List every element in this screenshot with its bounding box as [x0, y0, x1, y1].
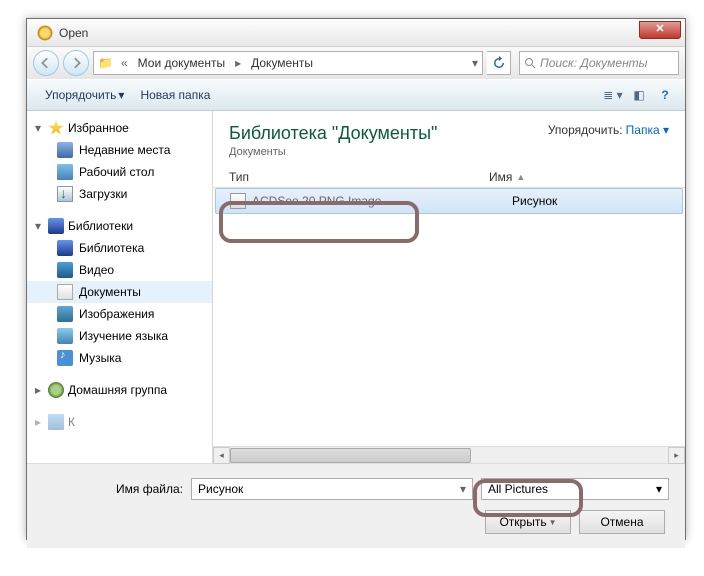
star-icon [48, 120, 64, 136]
scrollbar-thumb[interactable] [230, 448, 471, 463]
chevron-down-icon[interactable]: ▾ [460, 482, 466, 496]
expand-icon: ▸ [35, 383, 44, 397]
help-button[interactable]: ? [655, 85, 675, 105]
file-name: Рисунок [512, 194, 668, 208]
scroll-left-icon[interactable]: ◂ [213, 447, 230, 464]
back-button[interactable] [33, 50, 59, 76]
navigation-bar: 📁 « Мои документы ▸ Документы ▾ Поиск: Д… [27, 47, 685, 79]
tree-homegroup[interactable]: ▸Домашняя группа [27, 379, 212, 401]
tree-library[interactable]: Библиотека [27, 237, 212, 259]
column-name[interactable]: Имя▲ [489, 170, 669, 184]
sort-control[interactable]: Упорядочить: Папка ▾ [548, 123, 669, 137]
view-options-button[interactable]: ≣ ▾ [603, 85, 623, 105]
organize-menu[interactable]: Упорядочить ▾ [37, 84, 132, 106]
breadcrumb-seg-2[interactable]: Документы [245, 52, 319, 74]
file-list-pane: Библиотека "Документы" Документы Упорядо… [213, 111, 685, 463]
navigation-pane[interactable]: ▾Избранное Недавние места Рабочий стол З… [27, 111, 213, 463]
app-icon [37, 25, 53, 41]
collapse-icon: ▾ [35, 121, 44, 135]
music-icon [57, 350, 73, 366]
scroll-right-icon[interactable]: ▸ [668, 447, 685, 464]
tree-music[interactable]: Музыка [27, 347, 212, 369]
library-subtitle: Документы [229, 146, 437, 158]
filename-input[interactable]: Рисунок ▾ [191, 478, 473, 500]
collapse-icon: ▾ [35, 219, 44, 233]
tree-desktop[interactable]: Рабочий стол [27, 161, 212, 183]
folder-icon [57, 328, 73, 344]
titlebar[interactable]: Open ✕ [27, 19, 685, 47]
tree-favorites[interactable]: ▾Избранное [27, 117, 212, 139]
tree-downloads[interactable]: Загрузки [27, 183, 212, 205]
document-icon [57, 284, 73, 300]
dialog-body: ▾Избранное Недавние места Рабочий стол З… [27, 111, 685, 463]
dialog-footer: Имя файла: Рисунок ▾ All Pictures ▾ Откр… [27, 463, 685, 548]
chevron-down-icon[interactable]: ▾ [656, 482, 662, 496]
preview-pane-button[interactable]: ◧ [629, 85, 649, 105]
video-icon [57, 262, 73, 278]
breadcrumb-seg-1[interactable]: Мои документы [132, 52, 231, 74]
refresh-button[interactable] [487, 51, 511, 75]
open-dialog: Open ✕ 📁 « Мои документы ▸ Документы ▾ П… [26, 18, 686, 540]
downloads-icon [57, 186, 73, 202]
tree-video[interactable]: Видео [27, 259, 212, 281]
library-icon [57, 240, 73, 256]
chevron-right-icon: ▸ [231, 52, 245, 74]
recent-icon [57, 142, 73, 158]
tree-study[interactable]: Изучение языка [27, 325, 212, 347]
search-placeholder: Поиск: Документы [540, 56, 648, 70]
tree-recent[interactable]: Недавние места [27, 139, 212, 161]
search-icon [524, 57, 536, 69]
cancel-button[interactable]: Отмена [579, 510, 665, 534]
search-input[interactable]: Поиск: Документы [519, 51, 679, 75]
homegroup-icon [48, 382, 64, 398]
horizontal-scrollbar[interactable]: ◂ ▸ [213, 446, 685, 463]
column-headers[interactable]: Тип Имя▲ [213, 166, 685, 188]
toolbar: Упорядочить ▾ Новая папка ≣ ▾ ◧ ? [27, 79, 685, 111]
library-title: Библиотека "Документы" [229, 123, 437, 144]
filename-label: Имя файла: [43, 482, 183, 496]
filter-select[interactable]: All Pictures ▾ [481, 478, 669, 500]
file-row[interactable]: ACDSee 20 PNG Image Рисунок [215, 188, 683, 214]
window-title: Open [59, 26, 88, 40]
open-button[interactable]: Открыть▼ [485, 510, 571, 534]
tree-computer[interactable]: ▸К [27, 411, 212, 433]
file-type: ACDSee 20 PNG Image [252, 194, 512, 208]
breadcrumb-dropdown-icon[interactable]: ▾ [468, 52, 482, 74]
sort-link[interactable]: Папка ▾ [626, 123, 669, 137]
new-folder-button[interactable]: Новая папка [132, 84, 218, 106]
desktop-icon [57, 164, 73, 180]
tree-images[interactable]: Изображения [27, 303, 212, 325]
file-icon [230, 193, 246, 209]
breadcrumb[interactable]: 📁 « Мои документы ▸ Документы ▾ [93, 51, 483, 75]
images-icon [57, 306, 73, 322]
chevron-down-icon: ▾ [118, 88, 124, 102]
tree-libraries[interactable]: ▾Библиотеки [27, 215, 212, 237]
breadcrumb-root-icon[interactable]: 📁 [94, 52, 117, 74]
sort-arrow-icon: ▲ [516, 172, 525, 182]
tree-documents[interactable]: Документы [27, 281, 212, 303]
forward-button[interactable] [63, 50, 89, 76]
column-type[interactable]: Тип [229, 170, 489, 184]
chevron-icon: « [117, 52, 132, 74]
close-button[interactable]: ✕ [639, 21, 681, 39]
libraries-icon [48, 218, 64, 234]
